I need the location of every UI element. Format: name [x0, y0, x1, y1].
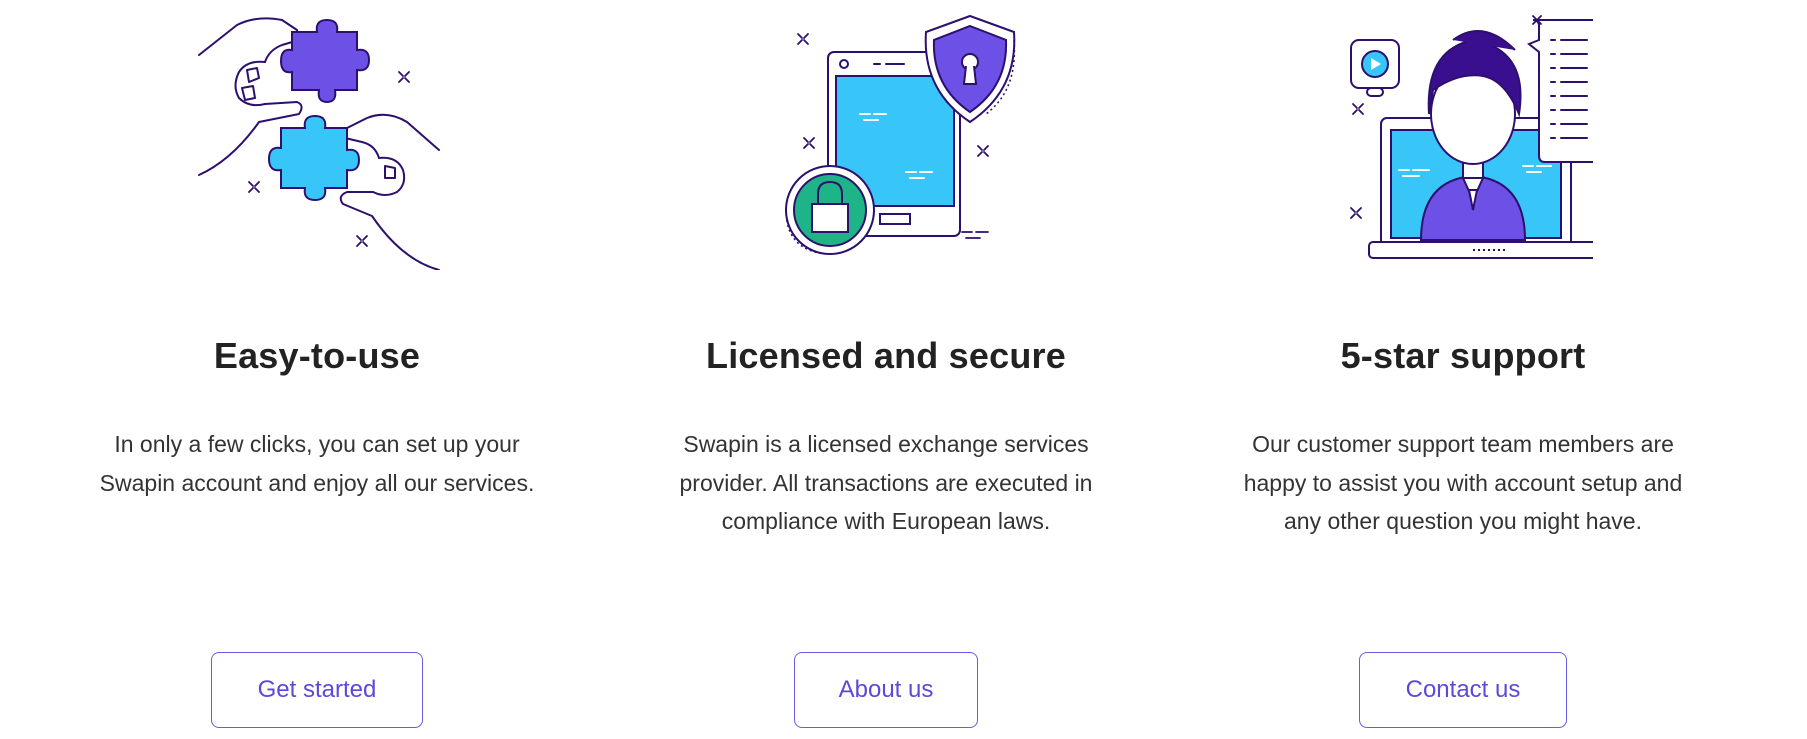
support-agent-icon: [1203, 10, 1723, 270]
feature-description: Our customer support team members are ha…: [1243, 431, 1683, 534]
feature-title: Easy-to-use: [213, 335, 421, 376]
get-started-button[interactable]: Get started: [211, 652, 423, 728]
feature-licensed-and-secure: Licensed and secure Swapin is a licensed…: [626, 0, 1146, 739]
feature-title: Licensed and secure: [706, 335, 1066, 376]
secure-phone-shield-icon: [626, 10, 1146, 270]
contact-us-button[interactable]: Contact us: [1359, 652, 1567, 728]
puzzle-pieces-icon: [57, 10, 577, 270]
about-us-button[interactable]: About us: [794, 652, 978, 728]
feature-title: 5-star support: [1340, 335, 1586, 376]
feature-5-star-support: 5-star support Our customer support team…: [1203, 0, 1723, 739]
feature-description: In only a few clicks, you can set up you…: [99, 431, 535, 496]
feature-easy-to-use: Easy-to-use In only a few clicks, you ca…: [57, 0, 577, 739]
feature-description: Swapin is a licensed exchange services p…: [679, 431, 1093, 534]
